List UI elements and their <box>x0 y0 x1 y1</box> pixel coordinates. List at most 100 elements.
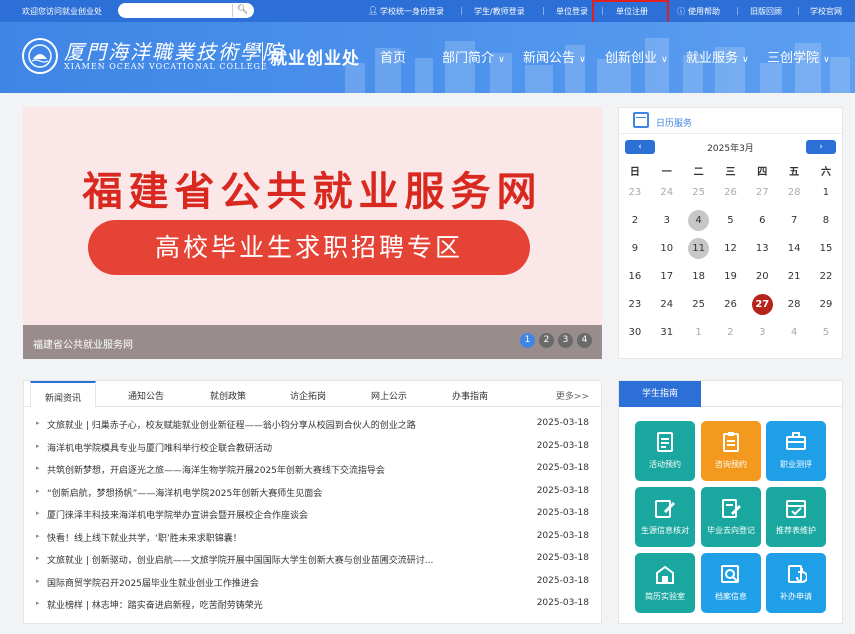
calendar-day[interactable]: 28 <box>778 182 810 203</box>
calendar-day[interactable]: 23 <box>619 182 651 203</box>
calendar-day[interactable]: 30 <box>619 322 651 343</box>
calendar-day[interactable]: 31 <box>651 322 683 343</box>
calendar-day[interactable]: 19 <box>715 266 747 287</box>
banner-caption[interactable]: 福建省公共就业服务网 <box>33 336 133 351</box>
carousel-dot-3[interactable]: 3 <box>558 333 573 348</box>
calendar-day[interactable]: 2 <box>715 322 747 343</box>
calendar-day[interactable]: 4 <box>683 209 715 231</box>
calendar-day[interactable]: 22 <box>810 266 842 287</box>
calendar-day[interactable]: 5 <box>810 322 842 343</box>
calendar-day[interactable]: 6 <box>746 210 778 231</box>
calendar-day[interactable]: 4 <box>778 322 810 343</box>
calendar-day[interactable]: 9 <box>619 238 651 259</box>
calendar-day[interactable]: 15 <box>810 238 842 259</box>
calendar-day[interactable]: 5 <box>715 210 747 231</box>
calendar-day[interactable]: 2 <box>619 210 651 231</box>
link-old-version[interactable]: 旧版回顾 <box>750 6 782 17</box>
link-school-site[interactable]: 学校官网 <box>810 6 842 17</box>
news-item[interactable]: ▸ 国际商贸学院召开2025届毕业生就业创业工作推进会 2025-03-18 <box>24 573 601 596</box>
news-title[interactable]: 国际商贸学院召开2025届毕业生就业创业工作推进会 <box>47 576 517 589</box>
guide-tile[interactable]: 生源信息核对 <box>635 487 695 547</box>
calendar-day[interactable]: 1 <box>810 182 842 203</box>
calendar-day[interactable]: 29 <box>810 294 842 315</box>
nav-home[interactable]: 首页 <box>380 47 406 66</box>
calendar-day[interactable]: 20 <box>746 266 778 287</box>
news-item[interactable]: ▸ “创新启航，梦想扬帆”——海洋机电学院2025年创新大赛师生见面会 2025-0… <box>24 483 601 506</box>
tab-policies[interactable]: 就创政策 <box>210 389 246 402</box>
news-item[interactable]: ▸ 共筑创新梦想，开启逐光之旅——海洋生物学院开展2025年创新大赛线下交流指导会… <box>24 460 601 483</box>
guide-tile[interactable]: 档案信息 <box>701 553 761 613</box>
link-unified-login[interactable]: 学校统一身份登录 <box>380 6 444 17</box>
guide-tile[interactable]: 毕业去向登记 <box>701 487 761 547</box>
calendar-day[interactable]: 28 <box>778 294 810 315</box>
calendar-day[interactable]: 21 <box>778 266 810 287</box>
search-icon[interactable]: 🔍︎ <box>232 4 252 17</box>
guide-title[interactable]: 学生指南 <box>619 381 701 407</box>
nav-innovation[interactable]: 创新创业 ∨ <box>605 47 668 66</box>
nav-employment[interactable]: 就业服务 ∨ <box>686 47 749 66</box>
news-title[interactable]: 厦门徕泽丰科技来海洋机电学院举办宣讲会暨开展校企合作座谈会 <box>47 508 517 521</box>
news-item[interactable]: ▸ 就业榜样 | 林志坤：踏实奋进启新程，吃苦耐劳铸荣光 2025-03-18 <box>24 595 601 618</box>
link-company-login[interactable]: 单位登录 <box>556 6 588 17</box>
calendar-day[interactable]: 13 <box>746 238 778 259</box>
nav-about[interactable]: 部门简介 ∨ <box>442 47 505 66</box>
calendar-day[interactable]: 23 <box>619 294 651 315</box>
news-item[interactable]: ▸ 文旅就业 | 归巢赤子心，校友赋能就业创业新征程——翁小钧分享从校园到合伙人的… <box>24 415 601 438</box>
calendar-day[interactable]: 27 <box>746 182 778 203</box>
calendar-day[interactable]: 25 <box>683 182 715 203</box>
calendar-day[interactable]: 10 <box>651 238 683 259</box>
calendar-day[interactable]: 18 <box>683 266 715 287</box>
news-title[interactable]: 文旅就业 | 归巢赤子心，校友赋能就业创业新征程——翁小钧分享从校园到合伙人的创… <box>47 418 517 431</box>
banner-carousel[interactable]: 福建省公共就业服务网 高校毕业生求职招聘专区 福建省公共就业服务网 1 2 3 … <box>23 107 602 359</box>
guide-tile[interactable]: 职业测评 <box>766 421 826 481</box>
guide-tile[interactable]: 推荐表维护 <box>766 487 826 547</box>
calendar-day[interactable]: 11 <box>683 237 715 259</box>
calendar-day[interactable]: 3 <box>651 210 683 231</box>
tab-notices[interactable]: 通知公告 <box>128 389 164 402</box>
link-student-teacher-login[interactable]: 学生/教师登录 <box>474 6 525 17</box>
calendar-day[interactable]: 26 <box>715 294 747 315</box>
news-item[interactable]: ▸ 海洋机电学院模具专业与厦门唯科举行校企联合教研活动 2025-03-18 <box>24 438 601 461</box>
news-title[interactable]: “创新启航，梦想扬帆”——海洋机电学院2025年创新大赛师生见面会 <box>47 486 517 499</box>
guide-tile[interactable]: 简历实验室 <box>635 553 695 613</box>
calendar-day[interactable]: 24 <box>651 182 683 203</box>
carousel-dot-1[interactable]: 1 <box>520 333 535 348</box>
calendar-day[interactable]: 14 <box>778 238 810 259</box>
calendar-day[interactable]: 12 <box>715 238 747 259</box>
news-item[interactable]: ▸ 文旅就业 | 创新驱动，创业启航——文旅学院开展中国国际大学生创新大赛与创业苗… <box>24 550 601 573</box>
news-title[interactable]: 共筑创新梦想，开启逐光之旅——海洋生物学院开展2025年创新大赛线下交流指导会 <box>47 463 517 476</box>
calendar-day[interactable]: 24 <box>651 294 683 315</box>
nav-college[interactable]: 三创学院 ∨ <box>767 47 830 66</box>
tab-guide[interactable]: 办事指南 <box>452 389 488 402</box>
calendar-day[interactable]: 16 <box>619 266 651 287</box>
guide-tile[interactable]: 补办申请 <box>766 553 826 613</box>
tab-company-visits[interactable]: 访企拓岗 <box>290 389 326 402</box>
calendar-day[interactable]: 25 <box>683 294 715 315</box>
search-input[interactable]: 🔍︎ <box>118 3 254 18</box>
calendar-day[interactable]: 7 <box>778 210 810 231</box>
calendar-day[interactable]: 8 <box>810 210 842 231</box>
carousel-dot-4[interactable]: 4 <box>577 333 592 348</box>
more-link[interactable]: 更多>> <box>556 389 589 402</box>
news-item[interactable]: ▸ 快看！线上线下就业共学，‘职’胜未来求职锦囊！ 2025-03-18 <box>24 528 601 551</box>
calendar-day[interactable]: 3 <box>746 322 778 343</box>
news-item[interactable]: ▸ 厦门徕泽丰科技来海洋机电学院举办宣讲会暨开展校企合作座谈会 2025-03-18 <box>24 505 601 528</box>
news-title[interactable]: 海洋机电学院模具专业与厦门唯科举行校企联合教研活动 <box>47 441 517 454</box>
carousel-dot-2[interactable]: 2 <box>539 333 554 348</box>
tab-public-notice[interactable]: 网上公示 <box>371 389 407 402</box>
guide-tile[interactable]: 活动预约 <box>635 421 695 481</box>
nav-news[interactable]: 新闻公告 ∨ <box>523 47 586 66</box>
calendar-day-today[interactable]: 27 <box>746 293 778 315</box>
calendar-day[interactable]: 1 <box>683 322 715 343</box>
calendar-next-button[interactable]: › <box>806 140 836 154</box>
school-emblem-icon[interactable] <box>22 38 58 74</box>
calendar-day[interactable]: 26 <box>715 182 747 203</box>
calendar-prev-button[interactable]: ‹ <box>625 140 655 154</box>
guide-tile[interactable]: 咨询预约 <box>701 421 761 481</box>
calendar-day[interactable]: 17 <box>651 266 683 287</box>
link-help[interactable]: 使用帮助 <box>688 6 720 17</box>
news-title[interactable]: 快看！线上线下就业共学，‘职’胜未来求职锦囊！ <box>47 531 517 544</box>
tab-news[interactable]: 新闻资讯 <box>30 381 97 407</box>
news-title[interactable]: 文旅就业 | 创新驱动，创业启航——文旅学院开展中国国际大学生创新大赛与创业苗圃… <box>47 553 517 566</box>
news-title[interactable]: 就业榜样 | 林志坤：踏实奋进启新程，吃苦耐劳铸荣光 <box>47 598 517 611</box>
